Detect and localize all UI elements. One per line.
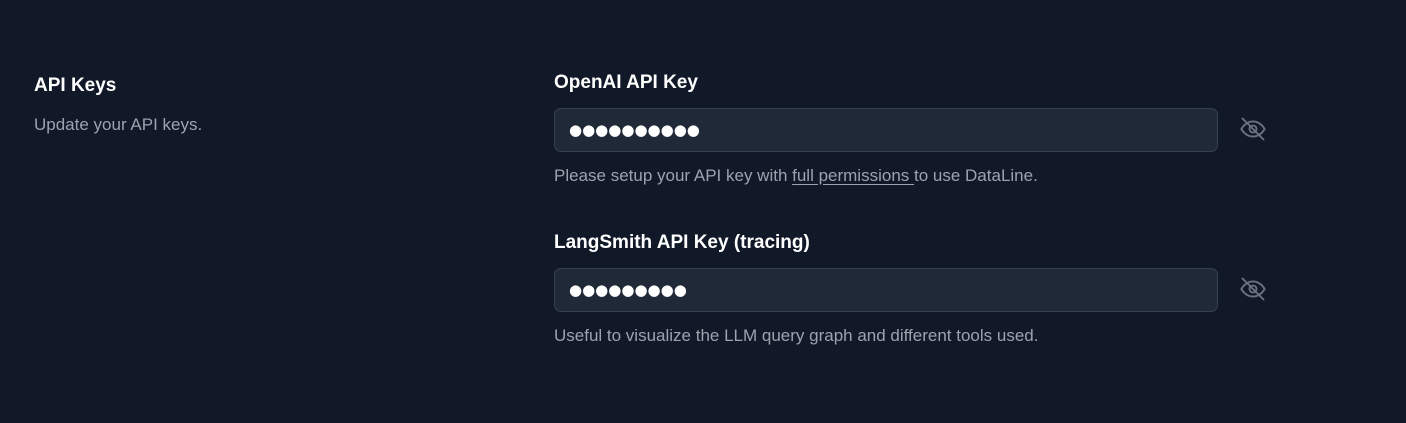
openai-key-field: OpenAI API Key Please setup your API key… — [554, 71, 1274, 187]
openai-key-label: OpenAI API Key — [554, 72, 698, 93]
langsmith-key-label: LangSmith API Key (tracing) — [554, 232, 810, 253]
help-text-prefix: Please setup your API key with — [554, 166, 793, 185]
langsmith-key-help: Useful to visualize the LLM query graph … — [554, 326, 1039, 345]
section-title: API Keys — [34, 75, 117, 96]
full-permissions-link[interactable]: full permissions — [792, 166, 914, 185]
langsmith-key-input[interactable] — [554, 268, 1218, 312]
openai-key-help: Please setup your API key with full perm… — [554, 165, 1274, 187]
eye-off-icon — [1239, 275, 1267, 308]
langsmith-key-field: LangSmith API Key (tracing) Useful to vi… — [554, 231, 1274, 347]
api-keys-settings: API Keys Update your API keys. OpenAI AP… — [0, 0, 1406, 423]
toggle-openai-visibility-button[interactable] — [1238, 116, 1268, 146]
openai-key-input[interactable] — [554, 108, 1218, 152]
section-description: Update your API keys. — [34, 115, 203, 134]
help-text-suffix: to use DataLine. — [914, 166, 1038, 185]
eye-off-icon — [1239, 115, 1267, 148]
langsmith-key-input-row — [554, 268, 1274, 313]
toggle-langsmith-visibility-button[interactable] — [1238, 276, 1268, 306]
openai-key-input-row — [554, 108, 1274, 153]
